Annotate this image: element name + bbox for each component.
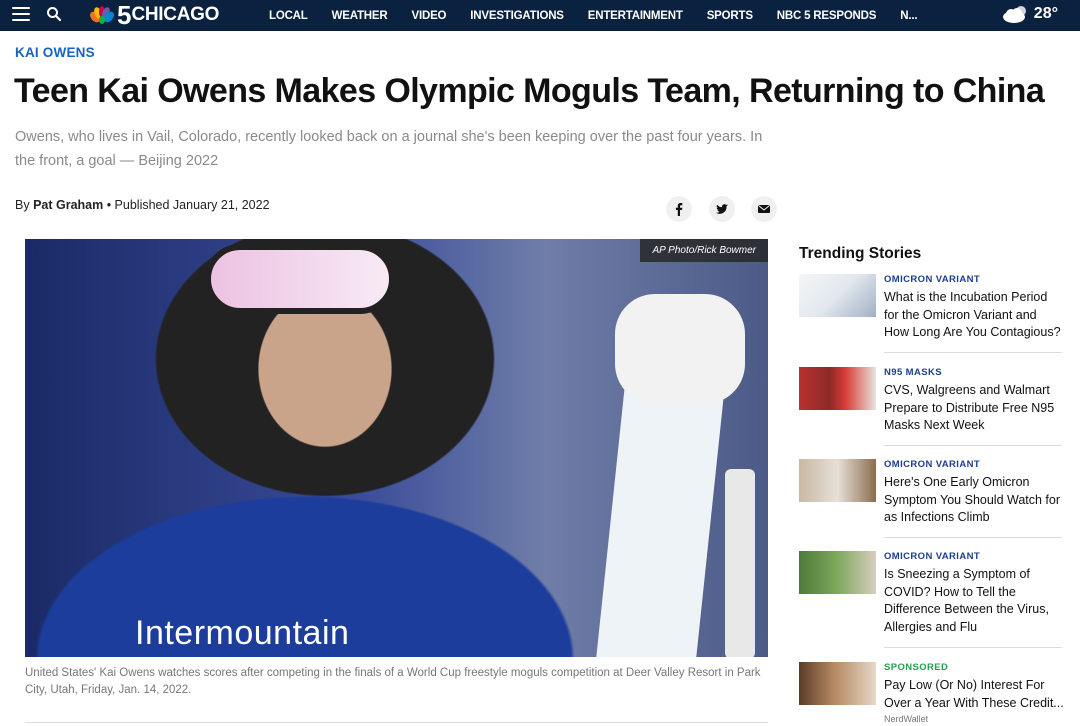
goggles-shape	[205, 244, 395, 314]
story-title[interactable]: What is the Incubation Period for the Om…	[884, 289, 1064, 342]
share-twitter-button[interactable]	[709, 196, 735, 222]
story-tag[interactable]: N95 MASKS	[884, 367, 1064, 379]
trending-title: Trending Stories	[799, 245, 922, 262]
logo-number: 5	[117, 0, 132, 30]
story-title[interactable]: CVS, Walgreens and Walmart Prepare to Di…	[884, 382, 1064, 435]
cloud-sun-icon	[1002, 6, 1026, 23]
share-facebook-button[interactable]	[666, 196, 692, 222]
story-thumbnail[interactable]	[799, 551, 876, 594]
story-thumbnail[interactable]	[799, 662, 876, 705]
story-title[interactable]: Here's One Early Omicron Symptom You Sho…	[884, 474, 1064, 527]
nav-link-video[interactable]: VIDEO	[412, 10, 447, 22]
article-dek: Owens, who lives in Vail, Colorado, rece…	[15, 129, 763, 169]
peacock-icon	[90, 6, 114, 24]
nav-link-investigations[interactable]: INVESTIGATIONS	[470, 10, 564, 22]
sponsor-brand: NerdWallet	[884, 714, 929, 724]
caption-divider	[25, 722, 768, 723]
nav-link-entertainment[interactable]: ENTERTAINMENT	[588, 10, 683, 22]
pole-shape	[725, 469, 755, 657]
byline-prefix: By	[15, 198, 34, 212]
story-thumbnail[interactable]	[799, 274, 876, 317]
nbc5-logo[interactable]: 5 CHICAGO	[90, 0, 220, 30]
nav-link-sports[interactable]: SPORTS	[707, 10, 753, 22]
menu-icon[interactable]	[12, 7, 30, 21]
byline: By Pat Graham • Published January 21, 20…	[15, 198, 270, 212]
published-date: • Published January 21, 2022	[103, 198, 270, 212]
story-divider	[884, 647, 1062, 648]
glove-shape	[615, 294, 745, 404]
hero-caption: United States' Kai Owens watches scores …	[25, 667, 761, 696]
logo-city: CHICAGO	[131, 4, 220, 25]
story-thumbnail[interactable]	[799, 367, 876, 410]
nav-links: LOCAL WEATHER VIDEO INVESTIGATIONS ENTER…	[269, 0, 941, 31]
story-thumbnail[interactable]	[799, 459, 876, 502]
story-tag[interactable]: OMICRON VARIANT	[884, 551, 1064, 563]
search-icon[interactable]	[46, 6, 62, 22]
article-eyebrow[interactable]: KAI OWENS	[15, 45, 95, 60]
temperature: 28°	[1033, 5, 1058, 22]
nav-link-nbc5-responds[interactable]: NBC 5 RESPONDS	[777, 10, 877, 22]
story-divider	[884, 445, 1062, 446]
weather-widget[interactable]: 28°	[1001, 4, 1058, 24]
hero-image: Intermountain AP Photo/Rick Bowmer	[25, 239, 768, 657]
nav-link-weather[interactable]: WEATHER	[332, 10, 388, 22]
top-nav: 5 CHICAGO LOCAL WEATHER VIDEO INVESTIGAT…	[0, 0, 1080, 31]
author-link[interactable]: Pat Graham	[33, 198, 103, 212]
story-title[interactable]: Pay Low (Or No) Interest For Over a Year…	[884, 677, 1064, 712]
story-tag[interactable]: OMICRON VARIANT	[884, 459, 1064, 471]
share-email-button[interactable]	[751, 196, 777, 222]
article-headline: Teen Kai Owens Makes Olympic Moguls Team…	[14, 72, 1045, 110]
nav-link-local[interactable]: LOCAL	[269, 10, 308, 22]
nav-link-more[interactable]: N...	[900, 10, 917, 22]
photo-credit: AP Photo/Rick Bowmer	[640, 239, 768, 262]
email-icon	[758, 205, 770, 213]
story-divider	[884, 537, 1062, 538]
story-divider	[884, 352, 1062, 353]
bib-sponsor-text: Intermountain	[135, 614, 350, 652]
sponsored-tag: SPONSORED	[884, 662, 949, 673]
story-title[interactable]: Is Sneezing a Symptom of COVID? How to T…	[884, 566, 1064, 636]
story-tag[interactable]: OMICRON VARIANT	[884, 274, 1064, 286]
facebook-icon	[675, 203, 683, 216]
twitter-icon	[716, 204, 728, 214]
